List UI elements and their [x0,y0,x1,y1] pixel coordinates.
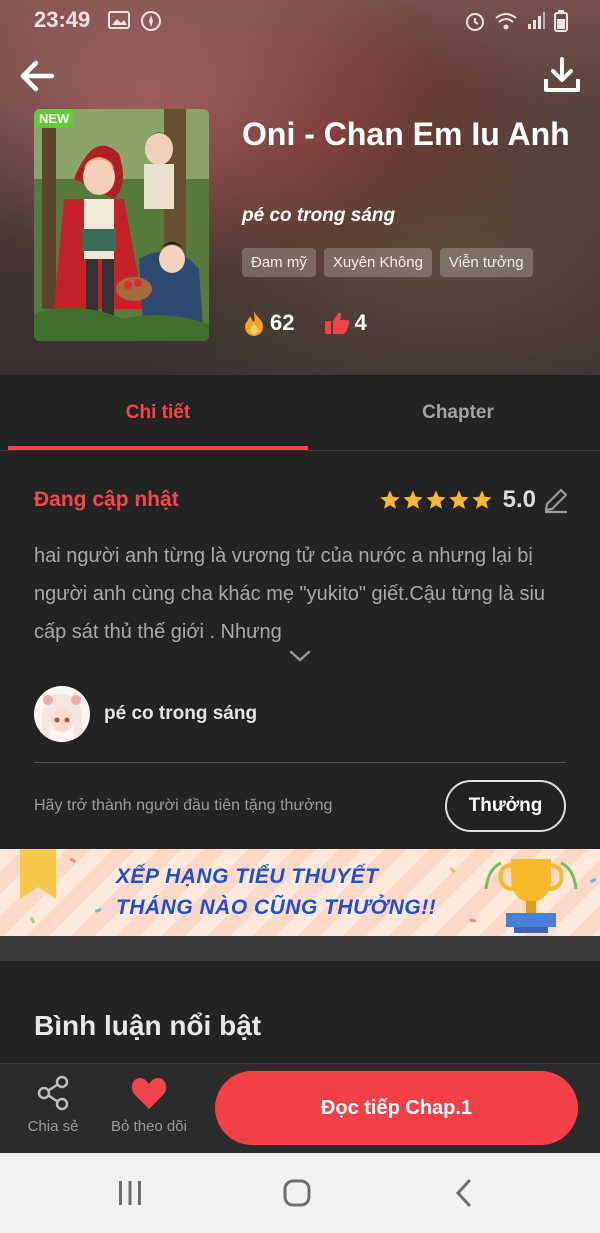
reward-button[interactable]: Thưởng [445,780,566,832]
views-count: 62 [270,310,295,335]
rating-value: 5.0 [502,486,536,513]
back-arrow-icon [20,60,55,92]
tab-bar: Chi tiết Chapter [0,375,600,451]
ranking-banner[interactable]: XẾP HẠNG TIỂU THUYẾT THÁNG NÀO CŨNG THƯỞ… [0,849,600,936]
tab-chapter[interactable]: Chapter [308,375,600,451]
wifi-icon [495,13,517,30]
divider [34,762,566,763]
system-back-button[interactable] [445,1175,485,1211]
cover-illustration [34,109,209,341]
update-status: Đang cập nhật [34,488,179,511]
likes-stat: 4 [324,310,367,336]
rating-stars [379,489,493,511]
star-icon [380,490,400,509]
signal-icon [528,12,545,29]
author-avatar [34,686,90,742]
section-separator [0,936,600,961]
genre-tags: Đam mỹ Xuyên Không Viễn tưởng [242,248,533,277]
unfollow-label: Bỏ theo dõi [111,1118,187,1135]
download-button[interactable] [542,55,582,95]
compass-icon [141,11,161,31]
chevron-down-icon [289,650,311,662]
download-icon [544,57,580,92]
book-title: Oni - Chan Em Iu Anh [242,116,570,152]
expand-description-button[interactable] [288,648,312,669]
status-time: 23:49 [34,7,91,32]
new-badge: NEW [34,109,75,128]
status-icons-left [108,10,162,32]
share-label: Chia sẻ [27,1118,79,1135]
genre-tag[interactable]: Đam mỹ [242,248,316,277]
gallery-icon [108,11,130,29]
share-button[interactable]: Chia sẻ [20,1075,86,1141]
share-icon [37,1075,69,1111]
home-button[interactable] [277,1175,317,1211]
system-nav-bar [0,1153,600,1233]
likes-count: 4 [354,310,367,335]
recent-apps-button[interactable] [110,1175,150,1211]
edit-pencil-icon[interactable] [542,486,570,514]
recent-apps-icon [119,1181,141,1205]
genre-tag[interactable]: Xuyên Không [323,248,432,277]
reward-hint: Hãy trở thành người đầu tiên tặng thưởng [34,797,333,814]
battery-icon [554,10,568,32]
views-stat: 62 [242,310,294,336]
book-author[interactable]: pé co trong sáng [242,205,395,227]
home-icon [283,1179,311,1207]
star-icon [472,490,492,509]
chevron-left-icon [455,1179,471,1207]
genre-tag[interactable]: Viễn tưởng [439,248,533,277]
heart-icon [131,1078,167,1109]
banner-line2: THÁNG NÀO CŨNG THƯỞNG!! [116,896,437,919]
alarm-icon [466,13,484,31]
status-icons-right [464,10,568,32]
avatar-illustration [34,686,90,742]
fire-icon [245,311,263,336]
continue-reading-button[interactable]: Đọc tiếp Chap.1 [215,1071,578,1145]
back-button[interactable] [16,54,60,98]
tab-detail[interactable]: Chi tiết [8,375,308,451]
star-icon [449,490,469,509]
book-cover[interactable]: NEW [34,109,209,341]
book-description: hai người anh từng là vương tử của nước … [34,545,546,643]
thumbs-up-icon [325,312,350,334]
star-icon [403,490,423,509]
star-icon [426,490,446,509]
author-name: pé co trong sáng [104,703,258,724]
rating: 5.0 [379,486,570,514]
comments-title: Bình luận nổi bật [34,1010,262,1041]
banner-line1: XẾP HẠNG TIỂU THUYẾT [116,865,379,888]
book-stats: 62 4 [242,310,367,336]
author-row[interactable]: pé co trong sáng [34,686,257,742]
trophy-icon [484,859,578,933]
status-bar: 23:49 [0,0,600,40]
unfollow-button[interactable]: Bỏ theo dõi [100,1075,198,1141]
banner-text: XẾP HẠNG TIỂU THUYẾT THÁNG NÀO CŨNG THƯỞ… [116,861,436,923]
